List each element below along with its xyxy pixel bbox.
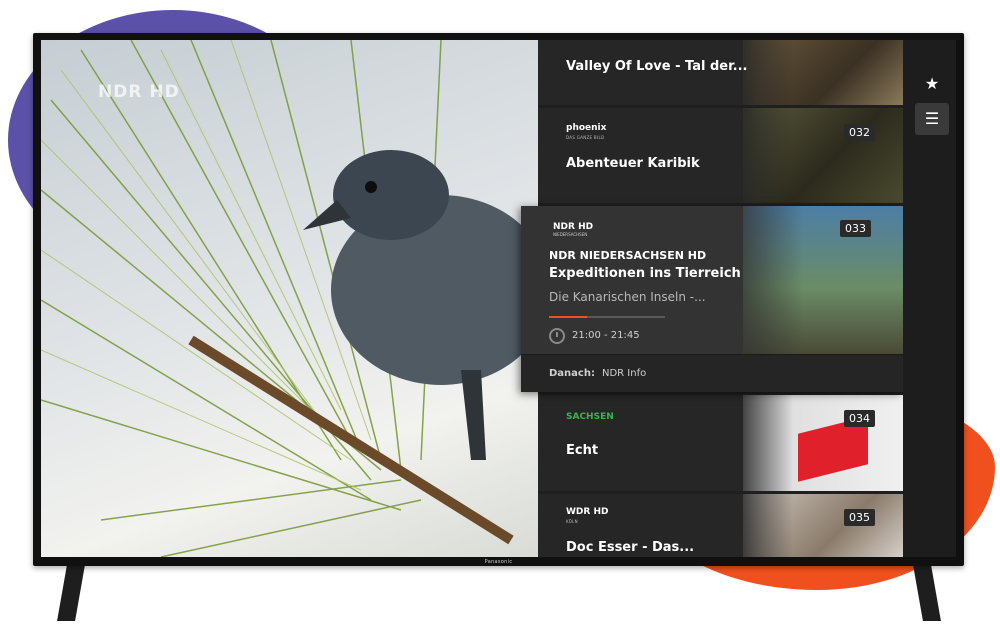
channel-logo: phoenix DAS GANZE BILD [566, 123, 607, 141]
next-program-row: Danach: NDR Info [521, 354, 903, 392]
channel-logo: NDR HD NIEDERSACHSEN [553, 222, 594, 237]
program-title: Abenteuer Karibik [566, 156, 700, 171]
tv-brand-logo: Panasonic [484, 559, 513, 565]
channel-logo: WDR HD KÖLN [566, 507, 609, 525]
favorites-button[interactable]: ★ [915, 68, 949, 100]
next-program-value: NDR Info [602, 368, 647, 379]
bird-on-pine-image [41, 40, 538, 557]
next-program-label: Danach: [549, 368, 595, 379]
star-icon: ★ [924, 74, 940, 93]
program-title: Echt [566, 443, 599, 458]
program-time: 21:00 - 21:45 [572, 330, 640, 341]
channel-card[interactable]: phoenix DAS GANZE BILD Abenteuer Karibik… [538, 108, 903, 203]
tv-frame: NDR HD Valley Of Love - Tal der... phoen… [33, 33, 964, 566]
program-title: Valley Of Love - Tal der... [566, 59, 748, 74]
channel-card[interactable]: Valley Of Love - Tal der... [538, 40, 903, 105]
live-video[interactable]: NDR HD [41, 40, 538, 557]
tv-stand-right [913, 565, 941, 621]
channel-card[interactable]: SACHSEN Echt 034 [538, 395, 903, 491]
program-title: Expeditionen ins Tierreich [549, 266, 741, 281]
program-progress-bar [549, 316, 665, 318]
channel-list-button[interactable]: ☰ [915, 103, 949, 135]
tv-screen: NDR HD Valley Of Love - Tal der... phoen… [41, 40, 956, 557]
progress-fill [549, 316, 588, 318]
clock-icon [549, 328, 565, 344]
program-subtitle: Die Kanarischen Inseln -... [549, 290, 706, 304]
channel-number: 033 [840, 220, 871, 237]
selected-channel-card[interactable]: NDR HD NIEDERSACHSEN NDR NIEDERSACHSEN H… [521, 206, 903, 392]
tv-stand-left [57, 565, 85, 621]
channel-watermark: NDR HD [98, 82, 180, 102]
channel-list-icon: ☰ [924, 109, 940, 128]
channel-card[interactable]: WDR HD KÖLN Doc Esser - Das... 035 [538, 494, 903, 557]
channel-name: NDR NIEDERSACHSEN HD [549, 249, 707, 262]
channel-number: 035 [844, 509, 875, 526]
channel-logo: SACHSEN [566, 412, 614, 422]
channel-number: 034 [844, 410, 875, 427]
program-title: Doc Esser - Das... [566, 540, 695, 555]
sidebar: ★ ☰ [903, 40, 956, 557]
channel-number: 032 [844, 124, 875, 141]
